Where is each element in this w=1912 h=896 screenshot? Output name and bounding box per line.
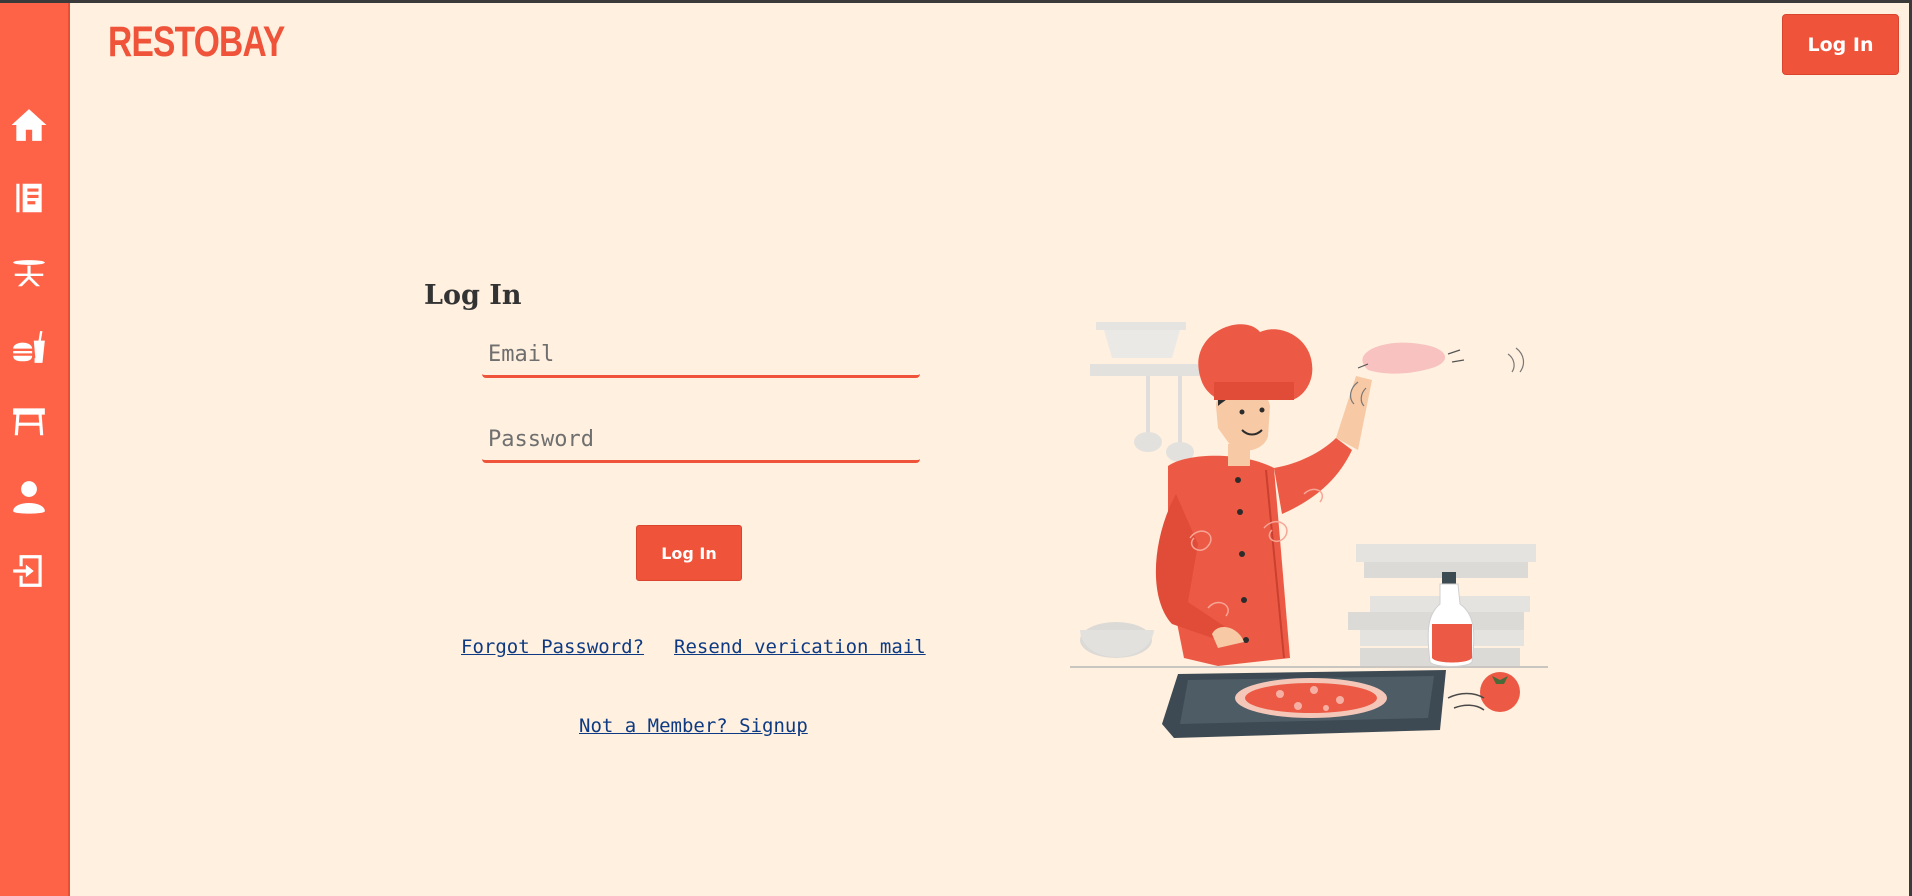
- home-icon: [11, 109, 47, 141]
- sidebar-item-food[interactable]: [7, 325, 51, 369]
- food-icon: [13, 331, 45, 363]
- login-title: Log In: [424, 280, 522, 311]
- window-top-border: [0, 0, 1912, 3]
- login-submit-button[interactable]: Log In: [636, 525, 742, 581]
- menu-book-icon: [16, 183, 42, 213]
- sign-in-icon: [13, 555, 42, 587]
- brand-logo[interactable]: RESTOBAY: [108, 18, 285, 67]
- sidebar-item-menu[interactable]: [7, 176, 51, 220]
- bench-icon: [13, 408, 45, 436]
- signup-link[interactable]: Not a Member? Signup: [579, 715, 808, 737]
- user-icon: [13, 481, 45, 514]
- sidebar-item-profile[interactable]: [7, 475, 51, 519]
- forgot-password-link[interactable]: Forgot Password?: [461, 636, 644, 658]
- chef-illustration: [1070, 322, 1548, 738]
- resend-verification-link[interactable]: Resend verication mail: [674, 636, 926, 658]
- email-field[interactable]: [482, 334, 920, 378]
- password-field[interactable]: [482, 419, 920, 463]
- sidebar-item-home[interactable]: [7, 103, 51, 147]
- sidebar-item-tables[interactable]: [7, 250, 51, 294]
- sidebar-item-login[interactable]: [7, 549, 51, 593]
- sidebar: [0, 3, 70, 896]
- header-login-button[interactable]: Log In: [1782, 14, 1899, 75]
- sidebar-item-reservations[interactable]: [7, 399, 51, 443]
- table-icon: [13, 260, 45, 287]
